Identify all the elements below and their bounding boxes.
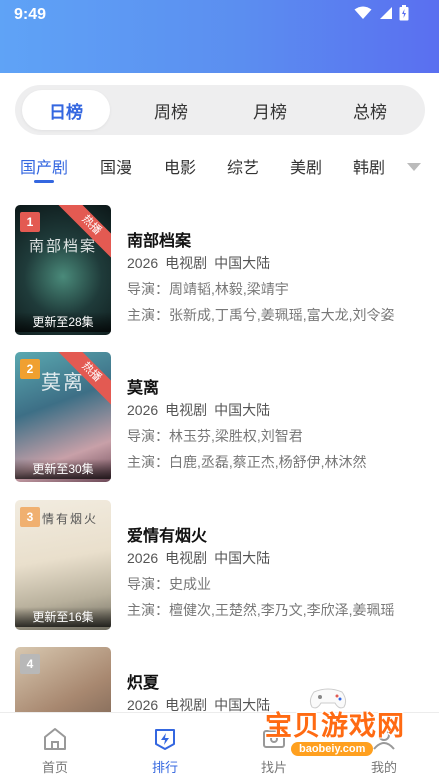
category-us-drama[interactable]: 美剧 [290,154,322,178]
item-title[interactable]: 爱情有烟火 [127,522,427,545]
item-info: 南部档案 2026 电视剧 中国大陆 导演：周靖韬,林毅,梁靖宇 主演：张新成,丁禹… [127,227,427,325]
nav-ranking[interactable]: 排行 [125,727,205,776]
list-item[interactable]: 南部档案 1 热播 更新至28集 南部档案 2026 电视剧 中国大陆 导演：周靖韬… [0,205,439,335]
rank-badge: 4 [20,654,40,674]
episode-update: 更新至16集 [15,607,111,627]
item-director: 导演：周靖韬,林毅,梁靖宇 [127,281,289,297]
list-item[interactable]: 莫离 2 热播 更新至30集 莫离 2026 电视剧 中国大陆 导演：林玉芬,梁胜权… [0,352,439,482]
item-region: 中国大陆 [214,402,271,418]
item-year: 2026 [127,402,159,418]
item-region: 中国大陆 [214,550,271,566]
list-item[interactable]: 爱情有烟火 3 更新至16集 爱情有烟火 2026 电视剧 中国大陆 导演：史成业 … [0,500,439,630]
category-movie[interactable]: 电影 [164,154,196,178]
tab-monthly[interactable]: 月榜 [226,90,314,130]
item-cast: 主演：檀健次,王楚然,李乃文,李欣泽,姜珮瑶 [127,602,395,618]
episode-update: 更新至28集 [15,312,111,332]
item-director: 导演：林玉芬,梁胜权,刘智君 [127,428,303,444]
category-active-indicator [34,180,54,183]
category-korean-drama[interactable]: 韩剧 [353,154,385,178]
tab-daily[interactable]: 日榜 [22,90,110,130]
expand-categories-icon[interactable] [406,162,422,172]
watermark-url: baobeiy.com [291,742,374,756]
poster-image[interactable]: 爱情有烟火 3 更新至16集 [15,500,111,630]
item-meta: 2026 电视剧 中国大陆 [127,548,427,568]
poster-image[interactable]: 莫离 2 热播 更新至30集 [15,352,111,482]
tab-weekly[interactable]: 周榜 [127,90,215,130]
item-meta: 2026 电视剧 中国大陆 [127,253,427,273]
ranking-icon [155,729,175,750]
home-icon [44,728,66,750]
item-cast: 主演：张新成,丁禹兮,姜珮瑶,富大龙,刘令姿 [127,307,395,323]
tab-total[interactable]: 总榜 [326,90,414,130]
item-region: 中国大陆 [214,255,271,271]
item-type: 电视剧 [165,697,208,713]
nav-home-label: 首页 [41,760,68,775]
category-variety[interactable]: 综艺 [227,154,259,178]
rank-badge: 3 [20,507,40,527]
item-type: 电视剧 [165,402,208,418]
item-meta: 2026 电视剧 中国大陆 [127,400,427,420]
poster-image[interactable]: 南部档案 1 热播 更新至28集 [15,205,111,335]
item-year: 2026 [127,550,159,566]
watermark: 宝贝游戏网 baobeiy.com [253,688,433,768]
category-domestic-drama[interactable]: 国产剧 [20,154,68,178]
status-icons [354,5,409,21]
battery-icon [399,5,409,21]
nav-ranking-label: 排行 [151,760,178,775]
rank-badge: 2 [20,359,40,379]
rank-badge: 1 [20,212,40,232]
item-year: 2026 [127,255,159,271]
status-bar: 9:49 [0,0,439,73]
nav-home[interactable]: 首页 [15,727,95,776]
status-time: 9:49 [14,6,47,23]
item-info: 爱情有烟火 2026 电视剧 中国大陆 导演：史成业 主演：檀健次,王楚然,李乃文,… [127,522,427,620]
item-year: 2026 [127,697,159,713]
item-title[interactable]: 莫离 [127,374,427,397]
item-title[interactable]: 南部档案 [127,227,427,250]
signal-icon [380,7,392,19]
item-cast: 主演：白鹿,丞磊,蔡正杰,杨舒伊,林沐然 [127,454,367,470]
wifi-icon [354,6,372,19]
period-tabs: 日榜 周榜 月榜 总榜 [15,85,425,135]
item-director: 导演：史成业 [127,576,211,592]
item-info: 莫离 2026 电视剧 中国大陆 导演：林玉芬,梁胜权,刘智君 主演：白鹿,丞磊,蔡… [127,374,427,472]
watermark-text: 宝贝游戏网 [265,711,405,742]
item-type: 电视剧 [165,255,208,271]
category-domestic-anime[interactable]: 国漫 [100,154,132,178]
category-tabs: 国产剧 国漫 电影 综艺 美剧 韩剧 [0,150,439,186]
episode-update: 更新至30集 [15,459,111,479]
item-type: 电视剧 [165,550,208,566]
